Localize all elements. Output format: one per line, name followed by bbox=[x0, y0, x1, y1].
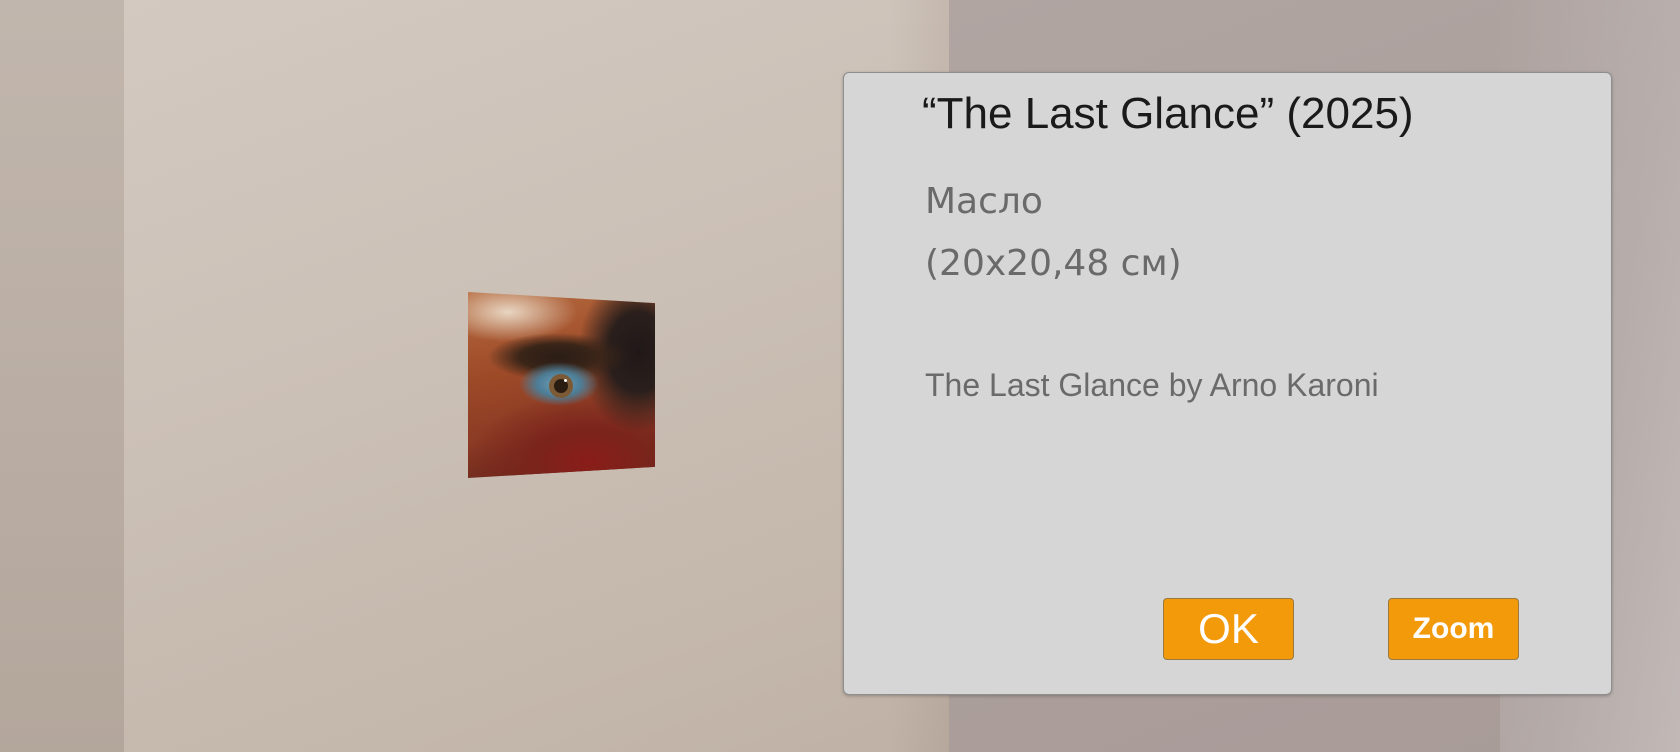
artwork-medium: Масло bbox=[925, 181, 1043, 222]
painting-artwork[interactable] bbox=[468, 292, 655, 478]
zoom-button[interactable]: Zoom bbox=[1388, 598, 1519, 660]
gallery-scene: “The Last Glance” (2025) Масло (20x20,48… bbox=[0, 0, 1680, 752]
artwork-info-dialog: “The Last Glance” (2025) Масло (20x20,48… bbox=[843, 72, 1612, 695]
painting-eye-glint bbox=[564, 379, 567, 382]
artwork-description: The Last Glance by Arno Karoni bbox=[925, 367, 1379, 403]
artwork-dimensions: (20x20,48 см) bbox=[925, 243, 1182, 284]
ok-button[interactable]: OK bbox=[1163, 598, 1294, 660]
artwork-title: “The Last Glance” (2025) bbox=[922, 89, 1414, 138]
gallery-wall-left bbox=[0, 0, 124, 752]
